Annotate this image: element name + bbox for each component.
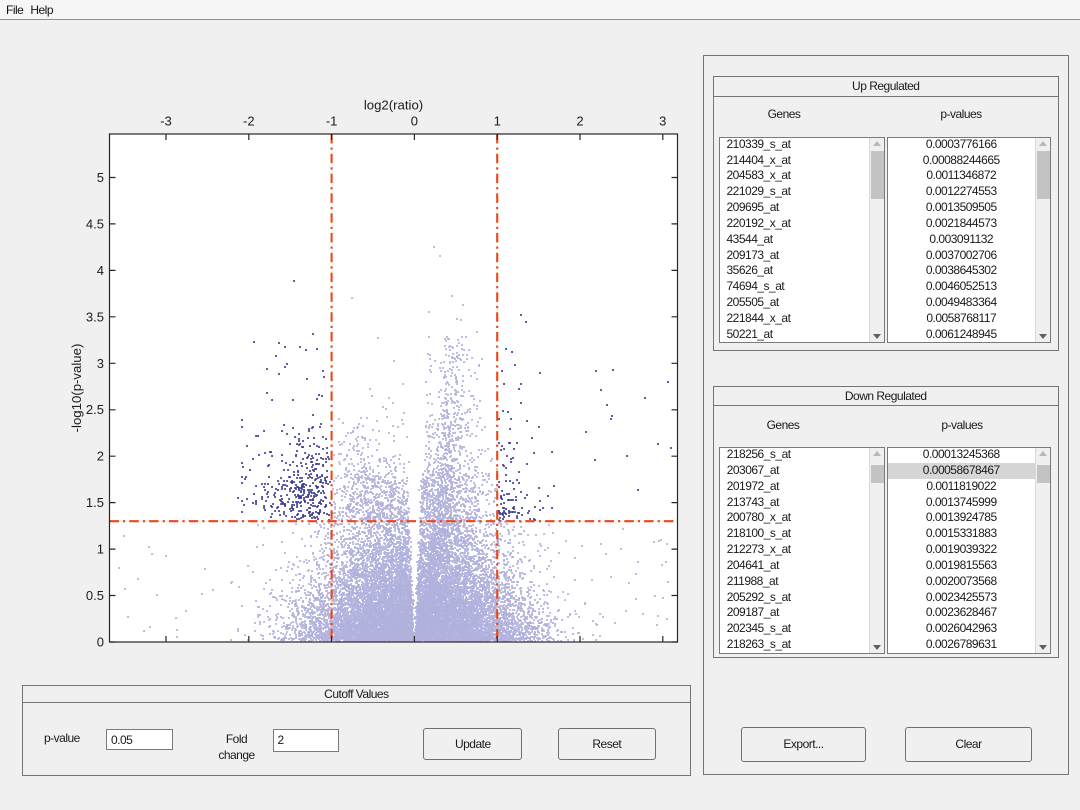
svg-text:1: 1 xyxy=(97,542,104,557)
svg-text:-3: -3 xyxy=(160,114,172,129)
svg-text:3: 3 xyxy=(97,356,104,371)
svg-text:1.5: 1.5 xyxy=(86,495,104,510)
svg-text:log2(ratio): log2(ratio) xyxy=(364,98,423,113)
svg-text:-log10(p-value): -log10(p-value) xyxy=(69,344,84,433)
svg-text:2: 2 xyxy=(97,449,104,464)
svg-text:1: 1 xyxy=(494,114,501,129)
svg-text:-2: -2 xyxy=(243,114,255,129)
svg-text:2: 2 xyxy=(576,114,583,129)
svg-text:3.5: 3.5 xyxy=(86,309,104,324)
svg-text:4.5: 4.5 xyxy=(86,216,104,231)
svg-text:3: 3 xyxy=(659,114,666,129)
svg-text:0: 0 xyxy=(97,635,104,650)
svg-text:-1: -1 xyxy=(326,114,338,129)
svg-text:5: 5 xyxy=(97,170,104,185)
svg-text:0: 0 xyxy=(411,114,418,129)
svg-text:0.5: 0.5 xyxy=(86,588,104,603)
svg-text:2.5: 2.5 xyxy=(86,402,104,417)
svg-text:4: 4 xyxy=(97,263,104,278)
